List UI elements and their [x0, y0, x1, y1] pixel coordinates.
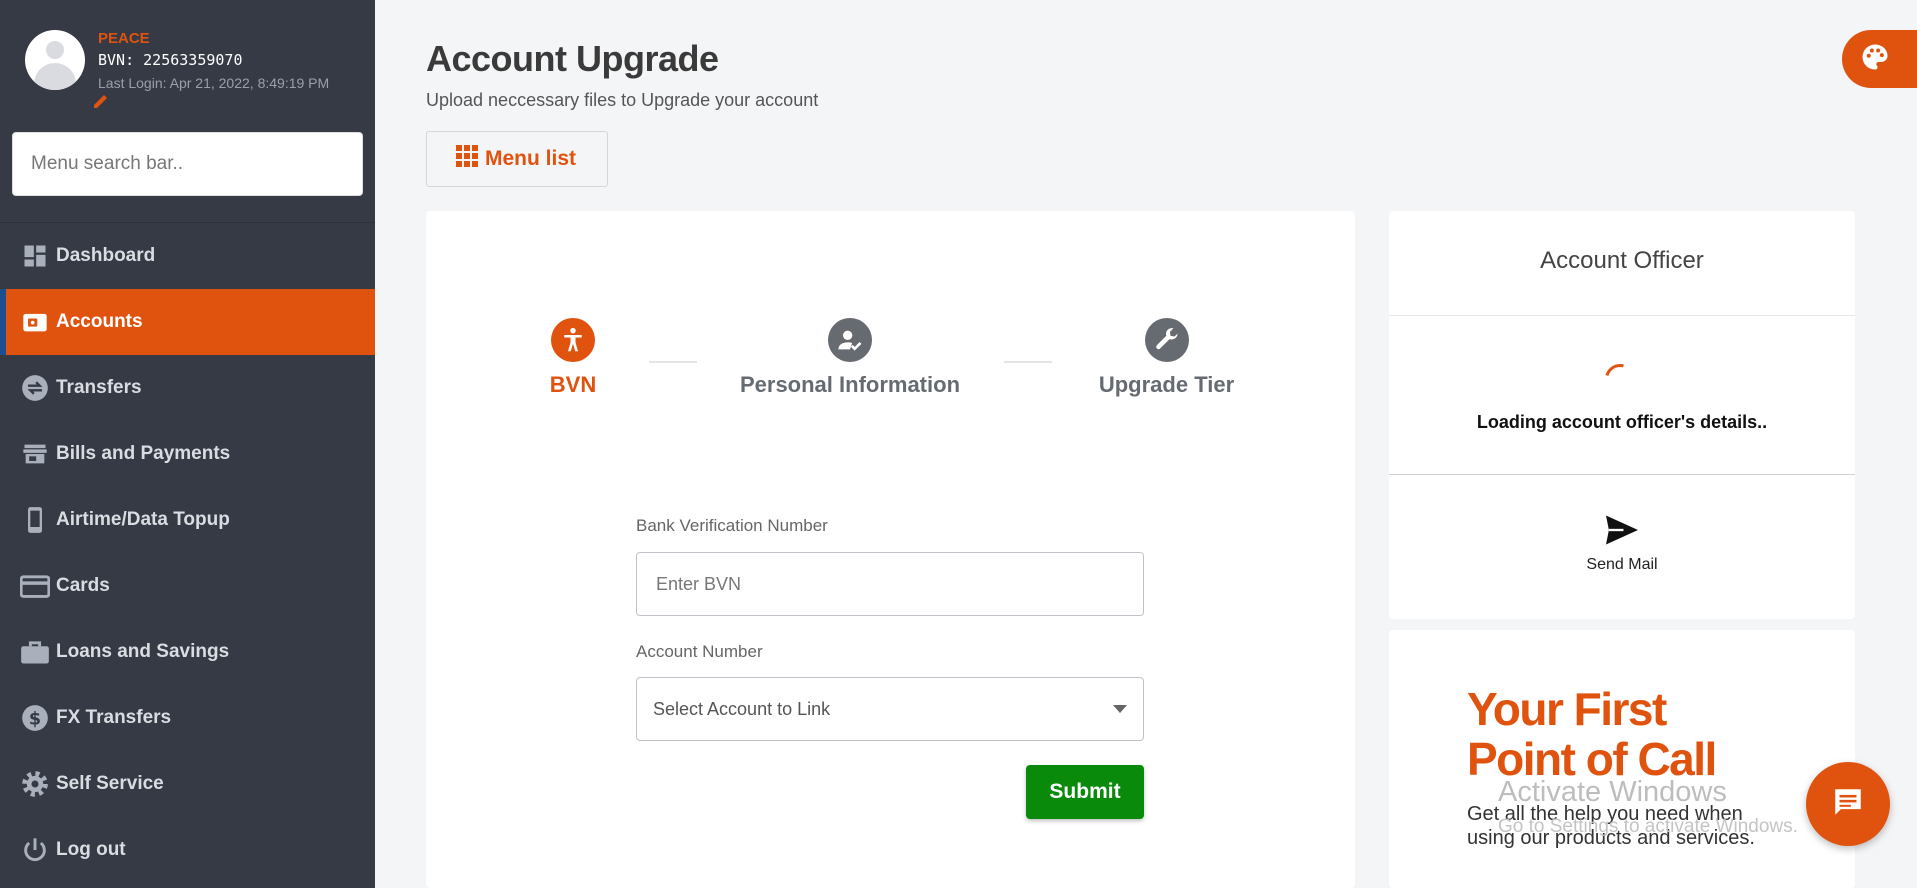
- sidebar-item-dashboard[interactable]: Dashboard: [0, 223, 375, 289]
- user-bvn: BVN: 22563359070: [98, 50, 243, 69]
- chat-icon: [1831, 785, 1865, 824]
- step-personal-information[interactable]: Personal Information: [730, 318, 970, 398]
- sidebar-item-self-service[interactable]: Self Service: [0, 751, 375, 817]
- step-label: Personal Information: [739, 372, 961, 397]
- account-select[interactable]: Select Account to Link: [636, 677, 1144, 741]
- page-subtitle: Upload neccessary files to Upgrade your …: [426, 90, 819, 110]
- sidebar-item-label: Self Service: [56, 773, 164, 794]
- user-profile: PEACE BVN: 22563359070 Last Login: Apr 2…: [25, 25, 330, 108]
- sidebar-item-logout[interactable]: Log out: [0, 817, 375, 883]
- sidebar-item-label: Bills and Payments: [56, 443, 231, 464]
- sidebar-item-label: Accounts: [56, 311, 143, 332]
- windows-watermark-title: Activate Windows: [1498, 776, 1727, 808]
- grid-icon: [455, 144, 479, 174]
- sidebar-item-airtime[interactable]: Airtime/Data Topup: [0, 487, 375, 553]
- step-label: Upgrade Tier: [1098, 372, 1235, 397]
- promo-headline: Your First Point of Call: [1467, 683, 1717, 784]
- sidebar-item-label: FX Transfers: [56, 707, 172, 728]
- sidebar-item-label: Cards: [56, 575, 110, 596]
- submit-button[interactable]: Submit: [1026, 765, 1144, 819]
- phone-icon: [20, 505, 50, 535]
- accessibility-icon: [551, 318, 595, 362]
- sidebar-item-label: Dashboard: [56, 245, 156, 266]
- svg-text:$: $: [29, 709, 41, 729]
- windows-watermark-subtitle: Go to Settings to activate Windows.: [1498, 816, 1798, 837]
- user-check-icon: [828, 318, 872, 362]
- bvn-label: Bank Verification Number: [636, 516, 828, 535]
- power-icon: [20, 835, 50, 865]
- wallet-icon: [20, 307, 50, 337]
- wrench-icon: [1144, 318, 1189, 362]
- last-login: Last Login: Apr 21, 2022, 8:49:19 PM: [98, 74, 330, 91]
- gear-icon: [20, 769, 50, 799]
- account-officer-card: Account Officer Loading account officer'…: [1389, 211, 1855, 619]
- menu-search-input[interactable]: [12, 132, 363, 196]
- sidebar-item-cards[interactable]: Cards: [0, 553, 375, 619]
- transfer-icon: [20, 373, 50, 403]
- sidebar-item-label: Airtime/Data Topup: [56, 509, 230, 530]
- sidebar-nav: Dashboard Accounts Transfers Bills and P…: [0, 223, 375, 883]
- sidebar-item-bills[interactable]: Bills and Payments: [0, 421, 375, 487]
- sidebar-item-accounts[interactable]: Accounts: [0, 289, 375, 355]
- send-icon[interactable]: [1604, 514, 1640, 551]
- palette-icon: [1860, 42, 1890, 77]
- step-connector: [1004, 361, 1052, 363]
- account-officer-title: Account Officer: [1540, 247, 1704, 274]
- account-select-value: Select Account to Link: [653, 698, 831, 719]
- card-icon: [20, 571, 50, 601]
- sidebar: PEACE BVN: 22563359070 Last Login: Apr 2…: [0, 0, 375, 888]
- account-number-label: Account Number: [636, 642, 763, 661]
- theme-palette-button[interactable]: [1842, 30, 1917, 88]
- divider: [1389, 474, 1855, 475]
- dashboard-icon: [20, 241, 50, 271]
- store-icon: [20, 439, 50, 469]
- send-mail-button[interactable]: Send Mail: [1389, 556, 1855, 574]
- loading-spinner-icon: [1599, 358, 1641, 400]
- step-upgrade-tier[interactable]: Upgrade Tier: [1084, 318, 1249, 398]
- step-label: BVN: [549, 372, 597, 397]
- sidebar-item-loans[interactable]: Loans and Savings: [0, 619, 375, 685]
- briefcase-icon: [20, 637, 50, 667]
- bvn-input[interactable]: [636, 552, 1144, 616]
- sidebar-item-transfers[interactable]: Transfers: [0, 355, 375, 421]
- avatar[interactable]: [25, 30, 85, 90]
- menu-list-button[interactable]: Menu list: [426, 131, 608, 187]
- step-bvn[interactable]: BVN: [549, 318, 597, 398]
- divider: [1389, 315, 1855, 316]
- dollar-icon: $: [20, 703, 50, 733]
- step-connector: [649, 361, 697, 363]
- page-title: Account Upgrade: [426, 38, 719, 79]
- menu-list-label: Menu list: [485, 147, 577, 170]
- sidebar-item-label: Log out: [56, 839, 126, 860]
- promo-card: Your First Point of Call Get all the hel…: [1389, 630, 1855, 888]
- loading-message: Loading account officer's details..: [1476, 412, 1768, 432]
- sidebar-item-label: Transfers: [56, 377, 142, 398]
- chat-button[interactable]: [1806, 762, 1890, 846]
- upgrade-form-card: [426, 211, 1355, 888]
- user-name: PEACE: [98, 29, 150, 47]
- sidebar-item-label: Loans and Savings: [56, 641, 230, 662]
- sidebar-item-fx-transfers[interactable]: $ FX Transfers: [0, 685, 375, 751]
- edit-pen-icon[interactable]: [91, 90, 111, 110]
- chevron-down-icon: [1113, 705, 1127, 713]
- promo-headline-line1: Your First: [1467, 683, 1667, 735]
